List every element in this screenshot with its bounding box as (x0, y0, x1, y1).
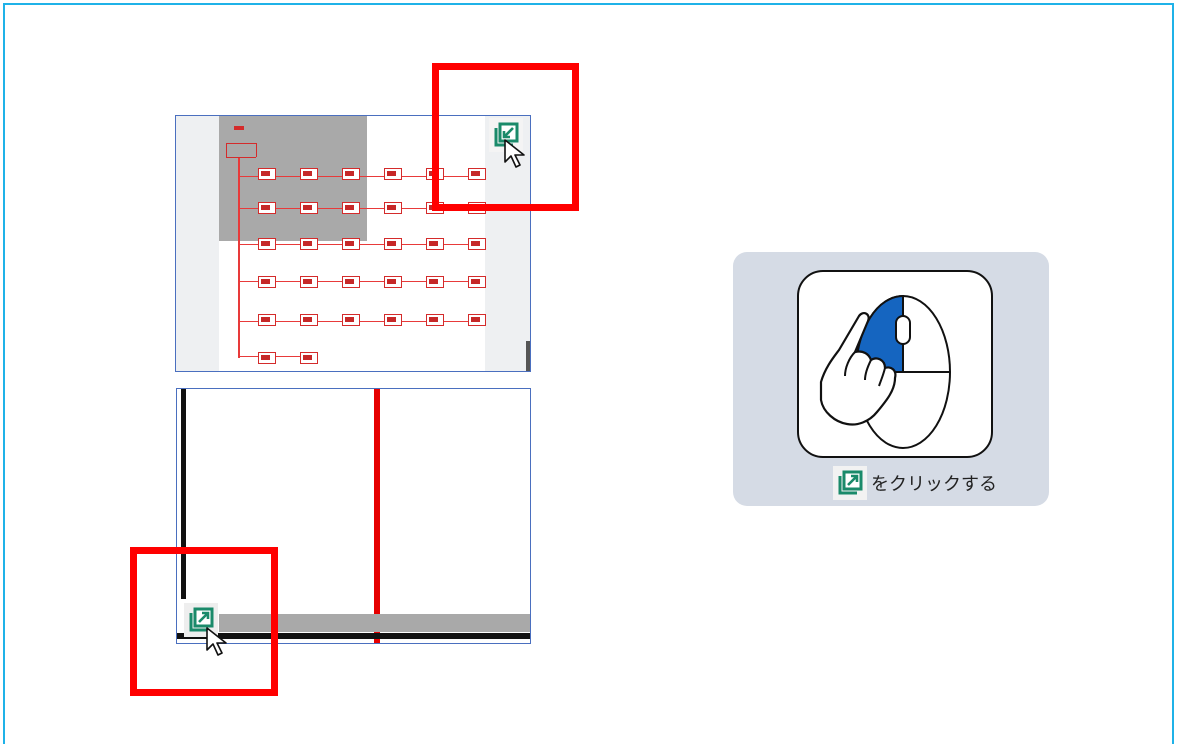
overview-component-block (258, 168, 276, 180)
overview-component-block (426, 238, 444, 250)
mouse-left-click-icon (797, 270, 993, 458)
highlight-box-top (432, 63, 579, 211)
zoomed-red-wire-vertical (374, 389, 380, 643)
overview-component-block (342, 168, 360, 180)
overview-component-block (342, 238, 360, 250)
highlight-box-bottom (130, 547, 278, 696)
overview-component-block (300, 314, 318, 326)
overview-component-block (468, 314, 486, 326)
overview-component-block (468, 276, 486, 288)
overview-mini-line (226, 143, 227, 157)
overview-component-block (342, 202, 360, 214)
overview-component-block (258, 202, 276, 214)
overview-component-block (384, 168, 402, 180)
overview-component-block (384, 276, 402, 288)
overview-component-block (468, 238, 486, 250)
overview-component-block (258, 314, 276, 326)
overview-mini-line (256, 143, 257, 157)
overview-component-block (300, 352, 318, 364)
overview-component-block (342, 276, 360, 288)
overview-component-block (258, 276, 276, 288)
overview-component-block (342, 314, 360, 326)
overview-mini-tag (234, 126, 244, 130)
overview-component-block (300, 276, 318, 288)
overview-component-block (258, 238, 276, 250)
overview-component-block (258, 352, 276, 364)
overview-component-block (426, 314, 444, 326)
instruction-caption: をクリックする (833, 465, 997, 501)
overview-mini-line (226, 157, 256, 158)
overview-component-block (426, 276, 444, 288)
overview-component-block (384, 202, 402, 214)
overview-component-block (300, 168, 318, 180)
overview-bus-vertical (238, 158, 240, 358)
instruction-text: をクリックする (871, 474, 997, 495)
overview-scroll-corner (526, 341, 530, 371)
overview-component-block (300, 238, 318, 250)
overview-component-block (384, 238, 402, 250)
expand-arrow-icon (833, 466, 867, 500)
overview-mini-line (226, 143, 256, 144)
instruction-card: をクリックする (733, 252, 1049, 506)
overview-component-block (300, 202, 318, 214)
overview-component-block (384, 314, 402, 326)
